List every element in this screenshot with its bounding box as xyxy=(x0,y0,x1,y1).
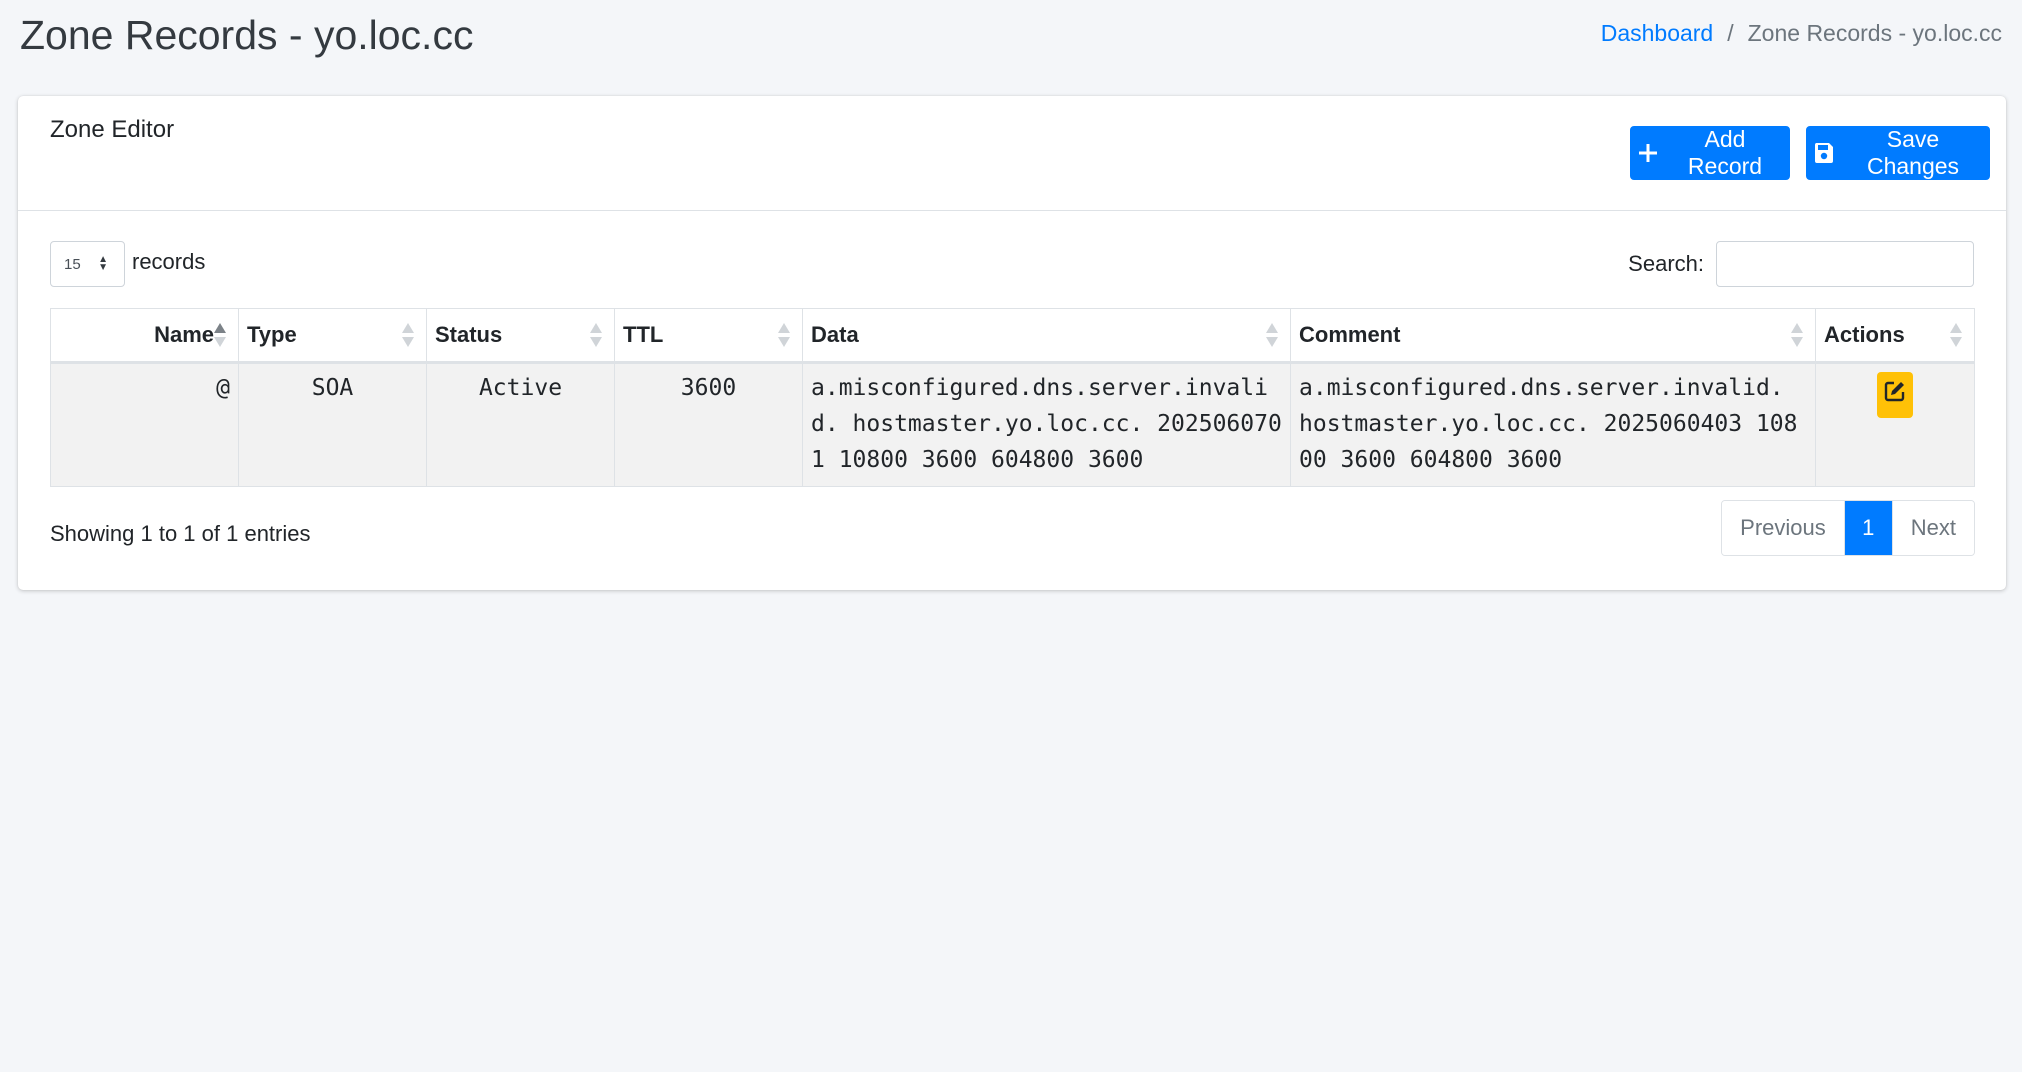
page-header: Zone Records - yo.loc.cc Dashboard / Zon… xyxy=(0,0,2022,80)
pagination-page-1[interactable]: 1 xyxy=(1843,501,1892,555)
table-controls: 15 ▲ ▼ records Search: xyxy=(50,241,1974,287)
breadcrumb-separator: / xyxy=(1727,20,1734,46)
search-label: Search: xyxy=(1628,251,1704,276)
table-header-row: Name Type Status TTL Data Comment Action… xyxy=(50,308,1975,364)
sort-icon xyxy=(1950,323,1962,349)
add-record-label: Add Record xyxy=(1687,126,1763,179)
sort-icon xyxy=(402,323,414,349)
cell-comment: a.misconfigured.dns.server.invalid. host… xyxy=(1290,362,1816,487)
card-title: Zone Editor xyxy=(50,116,175,143)
save-changes-button[interactable]: Save Changes xyxy=(1806,126,1990,180)
edit-record-button[interactable] xyxy=(1877,372,1913,418)
column-header-actions[interactable]: Actions xyxy=(1815,308,1975,364)
cell-ttl: 3600 xyxy=(614,362,803,487)
column-header-label: Actions xyxy=(1824,322,1905,347)
breadcrumb-current: Zone Records - yo.loc.cc xyxy=(1747,20,2002,46)
column-header-name[interactable]: Name xyxy=(50,308,239,364)
sort-icon xyxy=(1266,323,1278,349)
zone-records-table: Name Type Status TTL Data Comment Action… xyxy=(50,308,1975,487)
search-input[interactable] xyxy=(1716,241,1974,287)
cell-actions xyxy=(1815,362,1975,487)
records-label: records xyxy=(132,249,206,274)
cell-type: SOA xyxy=(238,362,427,487)
pagination-next[interactable]: Next xyxy=(1891,501,1974,555)
column-header-label: Name xyxy=(154,322,214,347)
card-header: Zone Editor Add Record Save Changes xyxy=(18,96,2006,211)
page-title: Zone Records - yo.loc.cc xyxy=(20,12,474,58)
plus-icon xyxy=(1638,143,1658,163)
sort-icon xyxy=(778,323,790,349)
column-header-status[interactable]: Status xyxy=(426,308,615,364)
save-changes-label: Save Changes xyxy=(1866,126,1960,179)
table-info: Showing 1 to 1 of 1 entries xyxy=(50,521,311,546)
breadcrumb: Dashboard / Zone Records - yo.loc.cc xyxy=(1601,20,2002,47)
column-header-label: Status xyxy=(435,322,503,347)
cell-status: Active xyxy=(426,362,615,487)
records-per-page-select[interactable]: 15 ▲ ▼ xyxy=(50,241,125,287)
cell-data: a.misconfigured.dns.server.invalid. host… xyxy=(802,362,1291,487)
column-header-ttl[interactable]: TTL xyxy=(614,308,803,364)
column-header-data[interactable]: Data xyxy=(802,308,1291,364)
breadcrumb-dashboard-link[interactable]: Dashboard xyxy=(1601,20,1714,47)
records-per-page-value: 15 xyxy=(64,255,81,273)
column-header-label: TTL xyxy=(623,322,664,347)
column-header-label: Comment xyxy=(1299,322,1401,347)
pagination: Previous 1 Next xyxy=(1721,500,1975,556)
column-header-type[interactable]: Type xyxy=(238,308,427,364)
pencil-square-icon xyxy=(1884,377,1906,413)
cell-name: @ xyxy=(50,362,239,487)
sort-ascending-icon xyxy=(214,323,226,349)
sort-icon xyxy=(590,323,602,349)
sort-arrows-icon: ▲ ▼ xyxy=(98,254,108,273)
floppy-disk-icon xyxy=(1814,142,1834,164)
column-header-label: Data xyxy=(811,322,859,347)
table-row: @ SOA Active 3600 a.misconfigured.dns.se… xyxy=(50,362,1975,487)
pagination-previous[interactable]: Previous xyxy=(1722,501,1844,555)
column-header-comment[interactable]: Comment xyxy=(1290,308,1816,364)
sort-icon xyxy=(1791,323,1803,349)
column-header-label: Type xyxy=(247,322,297,347)
zone-editor-card: Zone Editor Add Record Save Changes 15 ▲… xyxy=(18,96,2006,590)
add-record-button[interactable]: Add Record xyxy=(1630,126,1790,180)
